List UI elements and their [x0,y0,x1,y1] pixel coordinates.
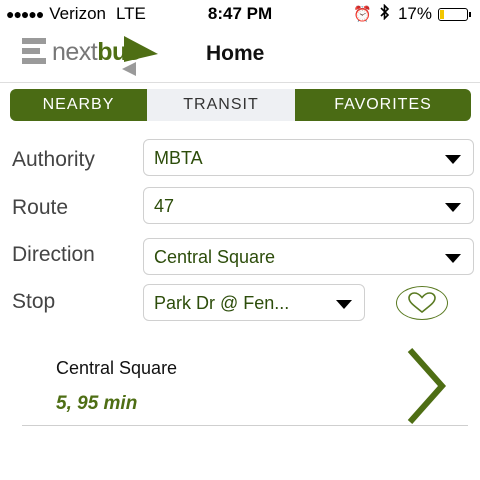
tab-nearby[interactable]: NEARBY [10,89,147,121]
bluetooth-icon [380,3,390,24]
authority-label: Authority [12,148,95,171]
dropdown-caret-icon [336,300,352,309]
authority-value: MBTA [154,148,203,168]
status-bar: ●●●●● Verizon LTE 8:47 PM ⏰ 17% [0,0,480,28]
tab-transit[interactable]: TRANSIT [147,89,295,121]
authority-select[interactable]: MBTA [143,139,474,176]
prediction-times: 5, 95 min [56,393,138,414]
menu-icon[interactable] [22,38,46,72]
direction-select[interactable]: Central Square [143,238,474,275]
route-value: 47 [154,196,175,216]
prediction-destination: Central Square [56,358,178,378]
route-select[interactable]: 47 [143,187,474,224]
stop-label: Stop [12,290,56,313]
battery-percent: 17% [397,4,432,23]
dropdown-caret-icon [445,155,461,164]
battery-icon [438,7,471,21]
dropdown-caret-icon [445,203,461,212]
favorite-heart-button[interactable] [396,286,448,320]
logo-arrow-icon [122,36,158,76]
heart-icon [408,292,436,314]
chevron-right-icon[interactable] [404,346,448,426]
alarm-icon: ⏰ [353,6,372,23]
nextbus-logo[interactable]: nextbus [22,32,172,78]
stop-value: Park Dr @ Fen... [154,293,290,313]
route-label: Route [12,196,69,219]
tab-bar: NEARBY TRANSIT FAVORITES [10,89,471,121]
page-title: Home [206,42,265,65]
status-right: ⏰ 17% [353,3,471,24]
tab-favorites[interactable]: FAVORITES [295,89,471,121]
stop-select[interactable]: Park Dr @ Fen... [143,284,365,321]
divider [22,425,468,426]
nav-bar: nextbus Home [0,28,480,83]
direction-label: Direction [12,243,95,266]
dropdown-caret-icon [445,254,461,263]
direction-value: Central Square [154,247,276,267]
